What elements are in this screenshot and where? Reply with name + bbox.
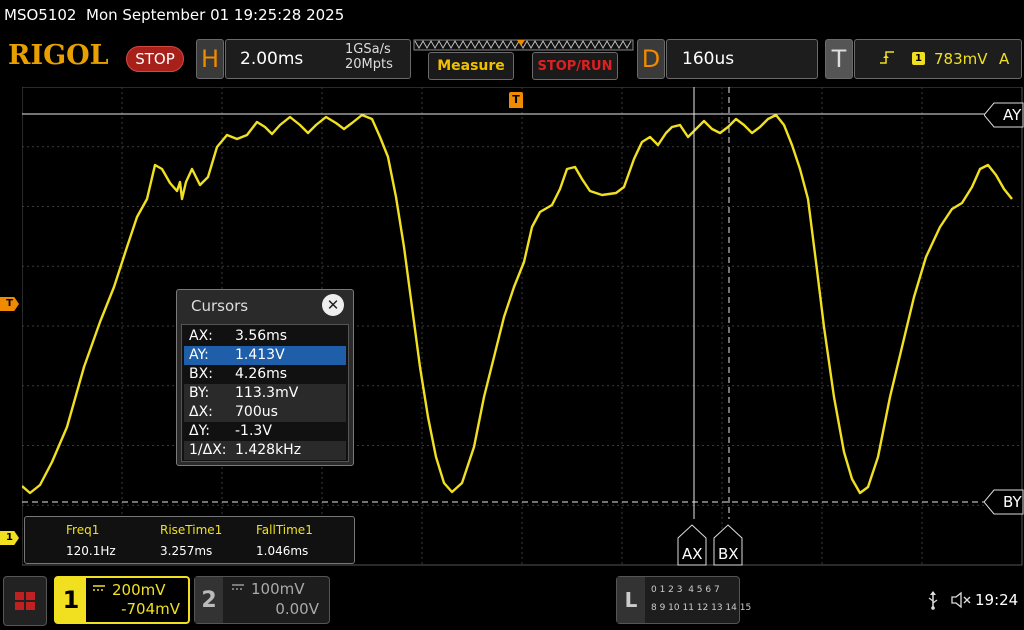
clock: 19:24 bbox=[975, 591, 1019, 609]
logic-channels[interactable]: L 0 1 2 3 4 5 6 7 8 9 10 11 12 13 14 15 bbox=[616, 576, 751, 624]
measurement-value: 3.257ms bbox=[160, 544, 213, 558]
model-name: MSO5102 bbox=[4, 6, 77, 24]
trigger-mode: A bbox=[999, 50, 1010, 68]
measure-button[interactable]: Measure bbox=[428, 52, 514, 80]
cursor-row-by: BY: 113.3mV bbox=[184, 384, 346, 403]
cursor-by-label: BY bbox=[1003, 493, 1022, 511]
status-line: MSO5102 Mon September 01 19:25:28 2025 bbox=[4, 6, 344, 24]
cursor-row-bx: BX: 4.26ms bbox=[189, 366, 288, 382]
cursor-row-ax: AX: 3.56ms bbox=[189, 328, 288, 344]
ch1-number: 1 bbox=[56, 578, 86, 622]
home-grid-icon bbox=[15, 592, 35, 610]
measurement-name: Freq1 bbox=[66, 523, 100, 537]
rigol-logo: RIGOL bbox=[8, 40, 109, 71]
usb-icon bbox=[928, 591, 938, 610]
home-button[interactable] bbox=[3, 576, 47, 626]
cursor-row-inv-dx: 1/ΔX: 1.428kHz bbox=[184, 441, 346, 460]
measurement-name: FallTime1 bbox=[256, 523, 313, 537]
measurement-value: 120.1Hz bbox=[66, 544, 116, 558]
ch1-scale: 200mV bbox=[112, 581, 166, 599]
sample-rate: 1GSa/s bbox=[345, 42, 391, 57]
cursor-ay-label: AY bbox=[1003, 106, 1022, 124]
horizontal-menu-button[interactable]: H bbox=[196, 39, 224, 79]
delay-value: 160us bbox=[682, 49, 735, 69]
mute-speaker-icon[interactable] bbox=[950, 590, 972, 610]
cursor-bx-label: BX bbox=[718, 545, 739, 563]
waveform-display[interactable] bbox=[22, 87, 1024, 567]
dc-coupling-icon bbox=[93, 585, 105, 591]
delay-menu-button[interactable]: D bbox=[637, 39, 665, 79]
ch2-settings[interactable]: 2 100mV 0.00V bbox=[194, 576, 330, 624]
logic-letter: L bbox=[617, 577, 645, 623]
rising-edge-icon bbox=[880, 51, 894, 64]
measurement-value: 1.046ms bbox=[256, 544, 309, 558]
cursors-readout: AX: 3.56ms AY: 1.413V BX: 4.26ms BY: 113.3mV… bbox=[181, 324, 349, 462]
cursors-panel-title: Cursors bbox=[191, 297, 249, 315]
logic-channels-row2: 8 9 10 11 12 13 14 15 bbox=[651, 603, 752, 613]
run-state-badge[interactable]: STOP bbox=[126, 46, 184, 72]
trigger-level: 783mV bbox=[934, 50, 988, 68]
cursor-row-ay[interactable]: AY: 1.413V bbox=[184, 346, 346, 365]
trigger-source-badge: 1 bbox=[912, 52, 925, 65]
measurement-name: RiseTime1 bbox=[160, 523, 223, 537]
ch2-number: 2 bbox=[195, 577, 223, 623]
stop-run-button[interactable]: STOP/RUN bbox=[532, 52, 618, 80]
acquisition-info: 1GSa/s 20Mpts bbox=[345, 42, 393, 72]
cursor-row-dy: ΔY: -1.3V bbox=[189, 423, 272, 439]
ch1-offset-marker[interactable]: 1 bbox=[0, 531, 19, 545]
trigger-position-marker[interactable]: T bbox=[509, 92, 523, 108]
close-icon[interactable]: ✕ bbox=[322, 294, 344, 316]
dc-coupling-icon bbox=[232, 584, 244, 590]
logic-channels-row1: 0 1 2 3 4 5 6 7 bbox=[651, 585, 720, 595]
cursor-ax-label: AX bbox=[682, 545, 703, 563]
ch2-scale: 100mV bbox=[251, 580, 305, 598]
memory-depth: 20Mpts bbox=[345, 57, 393, 72]
cursors-panel[interactable]: Cursors ✕ AX: 3.56ms AY: 1.413V BX: 4.26ms … bbox=[176, 289, 354, 466]
measurement-panel[interactable]: Freq1 120.1Hz RiseTime1 3.257ms FallTime… bbox=[24, 516, 355, 564]
ch1-settings[interactable]: 1 200mV -704mV bbox=[54, 576, 190, 624]
ch2-offset: 0.00V bbox=[275, 600, 319, 618]
cursor-row-dx: ΔX: 700us bbox=[184, 403, 346, 422]
ch1-offset: -704mV bbox=[121, 600, 180, 618]
trigger-menu-button[interactable]: T bbox=[825, 39, 853, 79]
trigger-level-marker[interactable]: T bbox=[0, 297, 19, 311]
date-time: Mon September 01 19:25:28 2025 bbox=[86, 6, 345, 24]
timebase-value: 2.00ms bbox=[240, 49, 304, 69]
